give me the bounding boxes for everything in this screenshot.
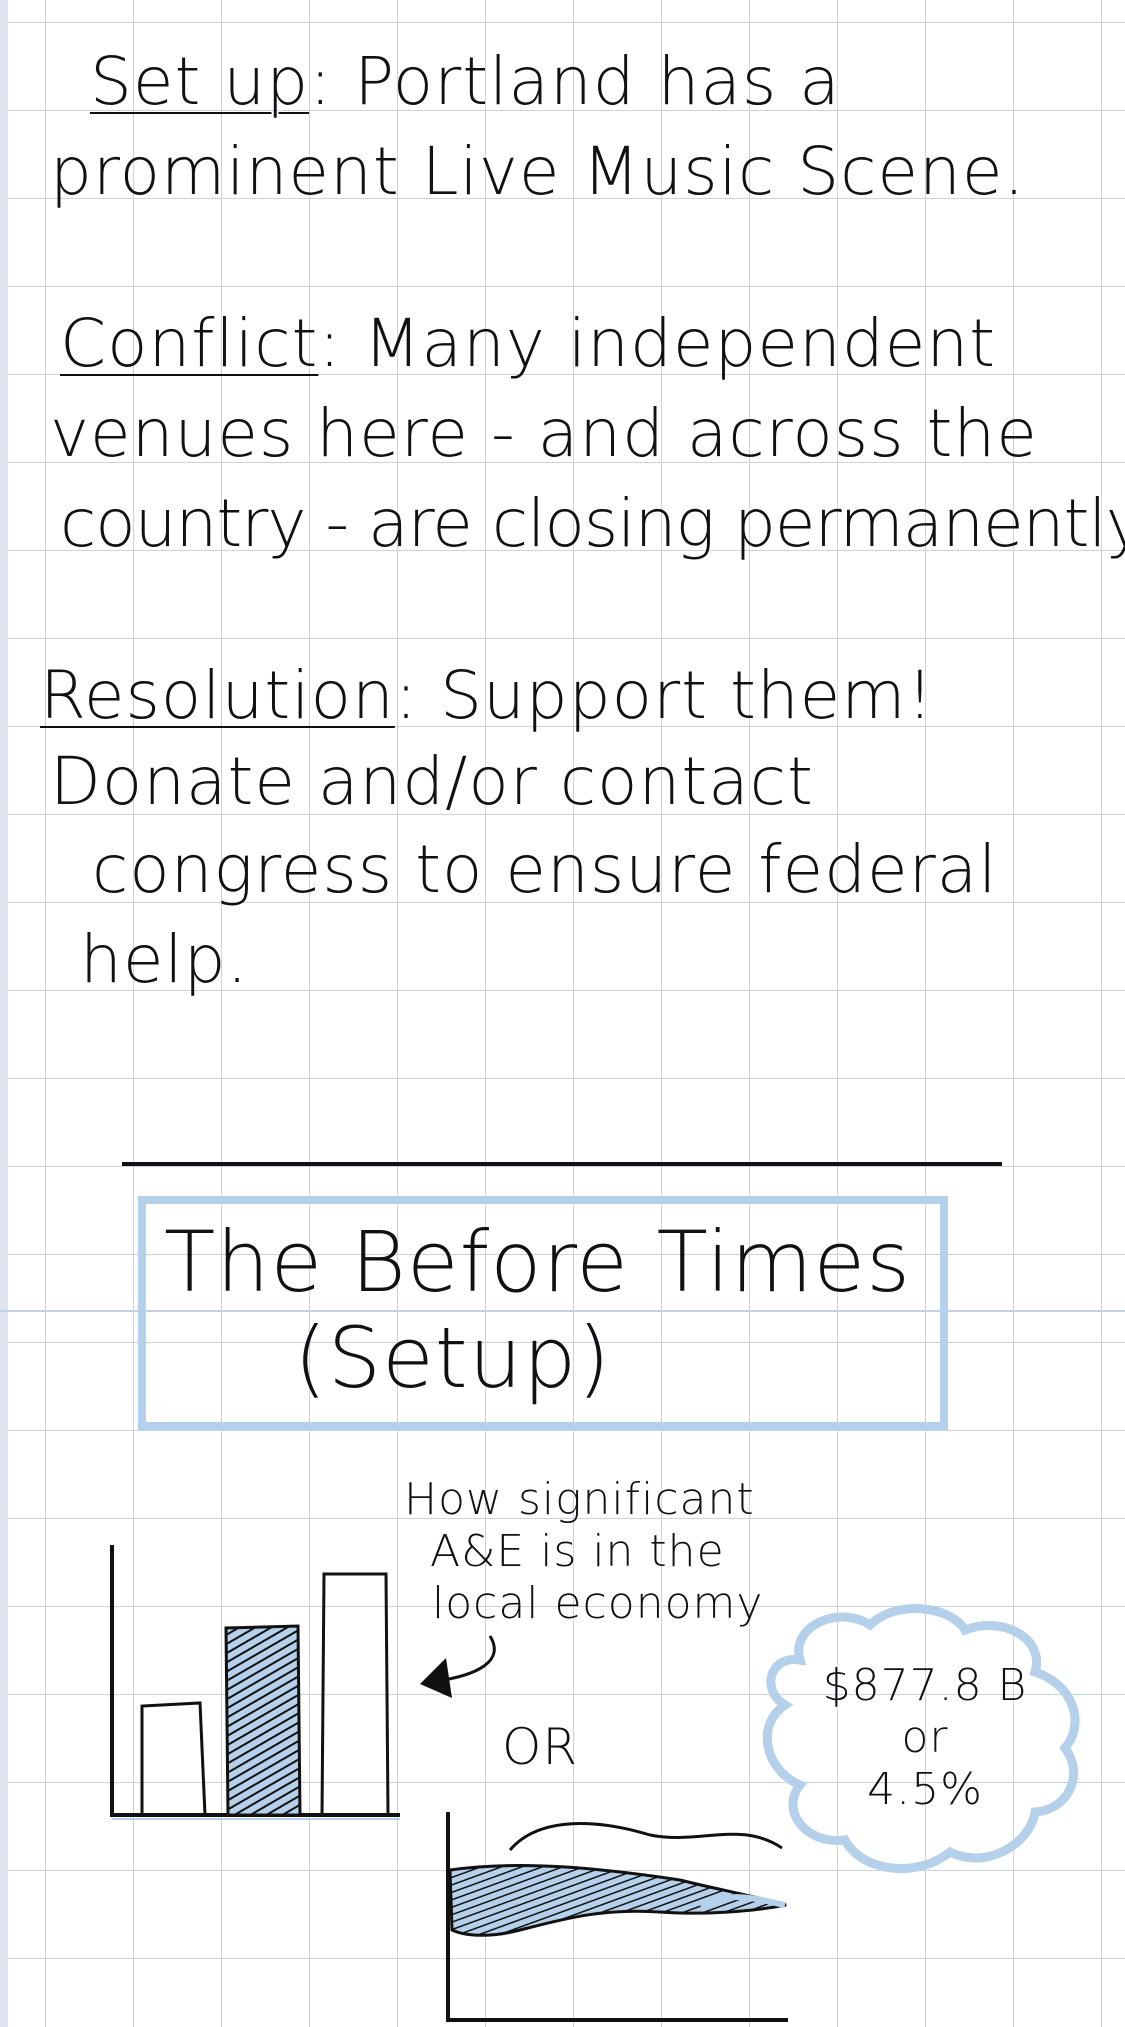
or-label: OR — [502, 1718, 579, 1776]
bar-short — [140, 1701, 207, 1816]
hand-drawn-arrow-icon — [420, 1635, 496, 1698]
annotation-line-1: How significant — [404, 1474, 755, 1525]
annotation-line-3: local economy — [432, 1578, 764, 1629]
cloud-value-line-2: or — [901, 1712, 949, 1763]
cloud-value-line-3: 4.5% — [867, 1764, 983, 1815]
bar-highlighted — [224, 1624, 302, 1817]
bar-tall — [320, 1572, 390, 1816]
area-chart-sketch — [446, 1812, 788, 2022]
annotation-line-2: A&E is in the — [430, 1526, 725, 1577]
cloud-value-line-1: $877.8 B — [822, 1660, 1028, 1711]
